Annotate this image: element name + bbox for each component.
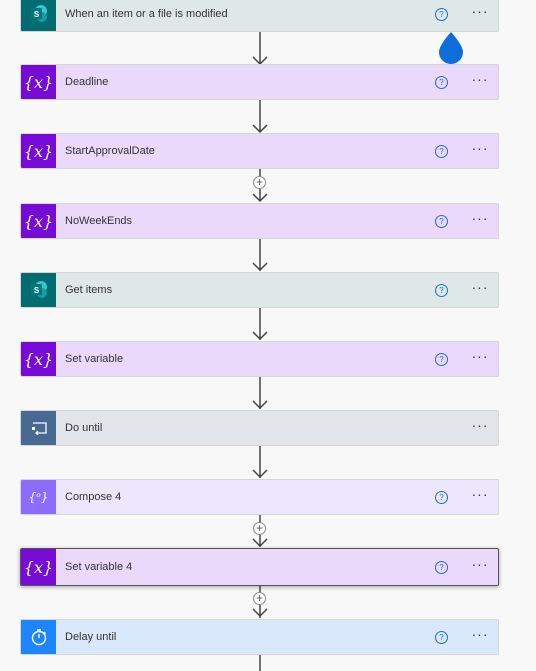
step-card-do-until[interactable]: Do until ···: [20, 410, 499, 446]
more-options-button[interactable]: ···: [468, 211, 492, 229]
help-icon[interactable]: ?: [435, 7, 448, 21]
help-icon[interactable]: ?: [435, 352, 448, 366]
help-icon[interactable]: ?: [435, 144, 448, 158]
loop-icon: [21, 411, 56, 445]
connector-line: [259, 655, 261, 671]
step-card-deadline[interactable]: {x} Deadline ? ···: [20, 64, 499, 100]
insert-step-button[interactable]: +: [253, 522, 266, 535]
step-card-set-variable[interactable]: {x} Set variable ? ···: [20, 341, 499, 377]
svg-text:S: S: [33, 286, 39, 295]
step-card-startapprovaldate[interactable]: {x} StartApprovalDate ? ···: [20, 133, 499, 169]
step-title: NoWeekEnds: [65, 215, 133, 227]
help-icon[interactable]: ?: [435, 283, 448, 297]
help-icon[interactable]: ?: [435, 560, 448, 574]
variable-icon: {x}: [21, 549, 56, 585]
step-title: Get items: [65, 284, 113, 296]
step-title: Delay until: [65, 631, 117, 643]
variable-icon: {x}: [21, 134, 56, 168]
help-icon[interactable]: ?: [435, 490, 448, 504]
step-title: Set variable: [65, 353, 124, 365]
svg-text:S: S: [33, 10, 39, 19]
more-options-button[interactable]: ···: [468, 280, 492, 298]
more-options-button[interactable]: ···: [468, 72, 492, 90]
more-options-button[interactable]: ···: [468, 4, 492, 22]
step-card-trigger[interactable]: S When an item or a file is modified ? ·…: [20, 0, 499, 32]
step-title: Do until: [65, 422, 103, 434]
help-icon[interactable]: ?: [435, 214, 448, 228]
variable-icon: {x}: [21, 342, 56, 376]
step-card-compose-4[interactable]: {ᵒ} Compose 4 ? ···: [20, 479, 499, 515]
step-title: Deadline: [65, 76, 109, 88]
arrow-head-icon: [252, 469, 268, 479]
help-icon[interactable]: ?: [435, 630, 448, 644]
timer-icon: [21, 620, 56, 654]
sharepoint-icon: S: [21, 0, 56, 31]
step-title: Set variable 4: [65, 561, 133, 573]
drop-indicator-icon: [439, 32, 463, 64]
more-options-button[interactable]: ···: [468, 418, 492, 436]
arrow-head-icon: [252, 331, 268, 341]
more-options-button[interactable]: ···: [468, 487, 492, 505]
insert-step-button[interactable]: +: [253, 176, 266, 189]
arrow-head-icon: [252, 608, 268, 618]
arrow-head-icon: [252, 193, 268, 203]
step-card-noweekends[interactable]: {x} NoWeekEnds ? ···: [20, 203, 499, 239]
arrow-head-icon: [252, 400, 268, 410]
variable-icon: {x}: [21, 204, 56, 238]
more-options-button[interactable]: ···: [468, 349, 492, 367]
step-title: Compose 4: [65, 491, 122, 503]
more-options-button[interactable]: ···: [468, 557, 492, 575]
arrow-head-icon: [252, 538, 268, 548]
step-title: StartApprovalDate: [65, 145, 155, 157]
sharepoint-icon: S: [21, 273, 56, 307]
variable-icon: {x}: [21, 65, 56, 99]
step-card-get-items[interactable]: S Get items ? ···: [20, 272, 499, 308]
more-options-button[interactable]: ···: [468, 627, 492, 645]
more-options-button[interactable]: ···: [468, 141, 492, 159]
arrow-head-icon: [252, 262, 268, 272]
step-title: When an item or a file is modified: [65, 8, 228, 20]
insert-step-button[interactable]: +: [253, 592, 266, 605]
step-card-set-variable-4[interactable]: {x} Set variable 4 ? ···: [20, 548, 499, 586]
compose-icon: {ᵒ}: [21, 480, 56, 514]
step-card-delay-until[interactable]: Delay until ? ···: [20, 619, 499, 655]
help-icon[interactable]: ?: [435, 75, 448, 89]
